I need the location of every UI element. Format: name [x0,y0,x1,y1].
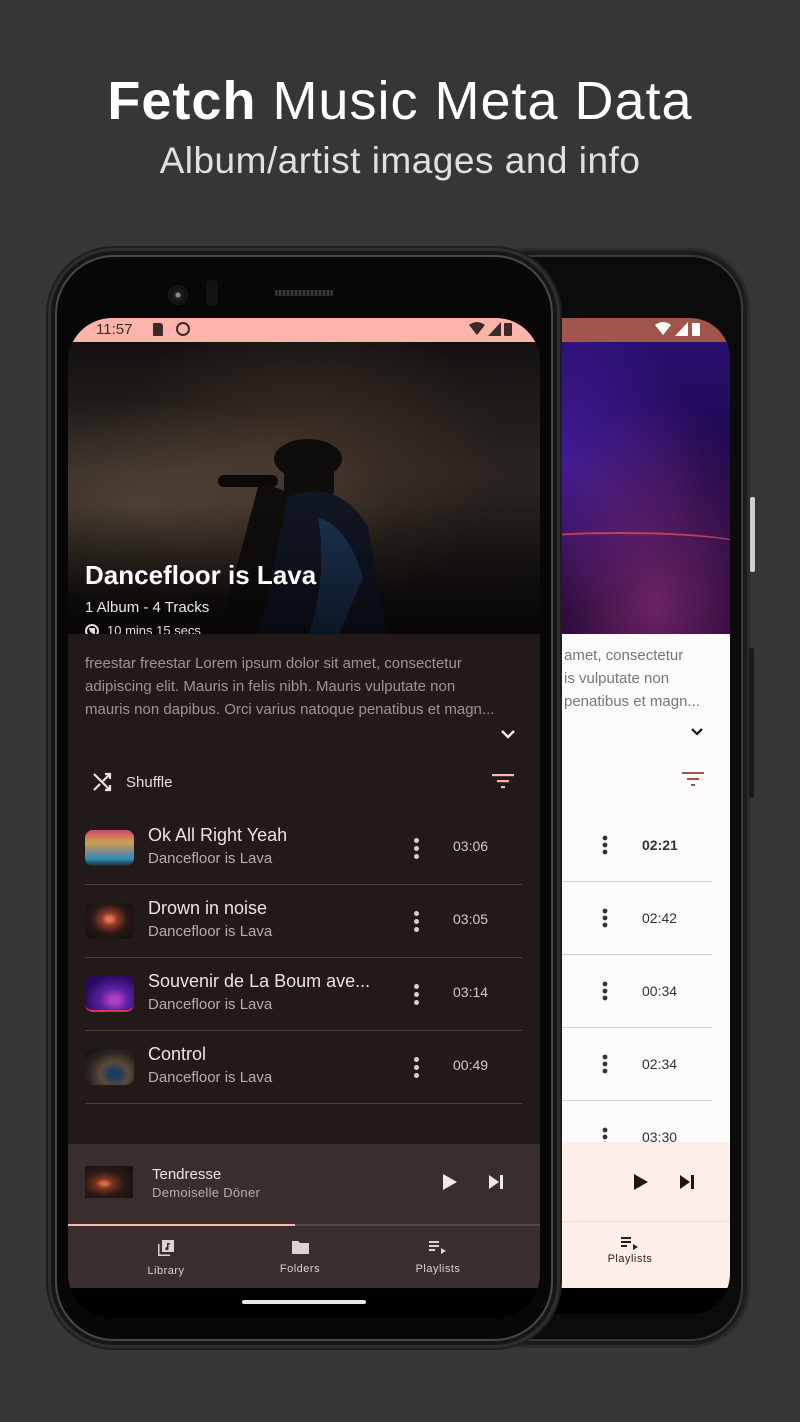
signal-icon [675,322,688,336]
status-bar: 11:57 [68,318,540,342]
promo-headline-bold: Fetch [107,71,257,131]
home-gesture-bar[interactable] [242,1300,366,1304]
back-desc-line: is vulputate non [564,670,670,687]
nav-label-library: Library [147,1265,185,1277]
front-camera [168,285,188,305]
track-duration: 03:14 [453,984,489,1000]
expand-description-chevron-icon[interactable] [500,726,516,742]
folder-icon [291,1241,309,1254]
track-more-options-icon[interactable] [407,838,425,860]
track-title: Souvenir de La Boum ave... [148,971,371,991]
track-artist: Dancefloor is Lava [148,996,273,1013]
promo-headline-rest: Music Meta Data [256,71,693,131]
wifi-icon [655,322,671,335]
now-playing-artist: Demoiselle Döner [152,1185,261,1200]
track-row[interactable]: Souvenir de La Boum ave... Dancefloor is… [85,958,522,1031]
track-artist: Dancefloor is Lava [148,850,273,867]
artist-name: Dancefloor is Lava [85,560,317,590]
sort-icon[interactable] [682,772,704,788]
skip-next-icon[interactable] [489,1175,503,1189]
promo-subline: Album/artist images and info [159,140,641,181]
track-duration: 03:05 [453,911,489,927]
artist-hero-image: Dancefloor is Lava 1 Album - 4 Tracks 10… [68,342,540,638]
more-vert-icon[interactable] [602,981,608,1001]
now-playing-artwork [85,1166,133,1198]
notification-face-icon [176,322,190,336]
back-track-duration: 02:34 [642,1056,678,1072]
play-icon[interactable] [634,1174,648,1190]
skip-next-icon[interactable] [680,1175,694,1189]
now-playing-title: Tendresse [152,1166,222,1183]
mini-player[interactable]: Tendresse Demoiselle Döner [68,1144,540,1224]
track-title: Ok All Right Yeah [148,825,288,845]
battery-icon [504,323,512,336]
nav-item-playlists[interactable]: Playlists [388,1240,488,1275]
nav-item-library[interactable]: Library [116,1240,216,1277]
proximity-sensor [206,280,218,306]
track-duration: 03:06 [453,838,489,854]
back-track-duration: 02:42 [642,910,678,926]
track-more-options-icon[interactable] [407,984,425,1006]
battery-icon [692,323,700,336]
play-icon[interactable] [443,1174,457,1190]
earpiece-speaker [275,290,333,296]
front-phone-screen: 11:57 Dancefloor is Lava 1 Album - 4 Tra… [68,318,540,1318]
back-phone-power-button [750,497,755,572]
shuffle-label: Shuffle [126,773,173,791]
nav-label-playlists: Playlists [415,1263,461,1275]
playlist-play-icon [621,1237,638,1250]
more-vert-icon[interactable] [602,1054,608,1074]
description-line: freestar freestar Lorem ipsum dolor sit … [85,655,462,672]
track-row[interactable]: Ok All Right Yeah Dancefloor is Lava 03:… [85,812,522,885]
track-title: Control [148,1044,207,1064]
track-artist: Dancefloor is Lava [148,1069,273,1086]
shuffle-button[interactable]: Shuffle [92,772,172,792]
track-artwork [85,903,134,939]
back-track-duration: 02:21 [642,837,678,853]
track-duration: 00:49 [453,1057,489,1073]
signal-icon [488,322,501,336]
track-more-options-icon[interactable] [407,911,425,933]
back-track-duration: 00:34 [642,983,678,999]
sort-filter-icon[interactable] [492,774,514,790]
nav-label-folders: Folders [279,1263,321,1275]
wifi-icon [469,322,485,335]
back-nav-item-playlists[interactable]: Playlists [600,1236,660,1265]
description-line: mauris non dapibus. Orci varius natoque … [85,701,495,718]
shuffle-icon [93,772,112,792]
track-artwork [85,976,134,1012]
sd-card-icon [153,323,163,336]
track-more-options-icon[interactable] [407,1057,425,1079]
track-artwork [85,1049,134,1085]
back-artist-description: amet, consectetur is vulputate non penat… [564,644,730,713]
nav-item-folders[interactable]: Folders [250,1240,350,1275]
more-vert-icon[interactable] [602,835,608,855]
bottom-navigation: Library Folders Playlists [68,1226,540,1288]
description-line: adipiscing elit. Mauris in felis nibh. M… [85,678,456,695]
back-nav-label: Playlists [607,1253,653,1265]
promo-headline: Fetch Music Meta Data [0,70,800,132]
back-desc-line: penatibus et magn... [564,693,700,710]
artist-description: freestar freestar Lorem ipsum dolor sit … [85,652,530,721]
track-artwork [85,830,134,866]
artist-album-track-count: 1 Album - 4 Tracks [85,599,210,616]
track-row[interactable]: Drown in noise Dancefloor is Lava 03:05 [85,885,522,958]
track-title: Drown in noise [148,898,268,918]
track-row[interactable]: Control Dancefloor is Lava 00:49 [85,1031,522,1104]
status-time: 11:57 [96,321,133,338]
back-phone-volume-button [749,648,754,798]
library-music-icon [158,1240,174,1256]
more-vert-icon[interactable] [602,908,608,928]
chevron-down-icon[interactable] [691,726,703,738]
artist-content: freestar freestar Lorem ipsum dolor sit … [68,634,540,1144]
track-artist: Dancefloor is Lava [148,923,273,940]
playlist-play-icon [429,1241,446,1254]
back-desc-line: amet, consectetur [564,647,684,664]
